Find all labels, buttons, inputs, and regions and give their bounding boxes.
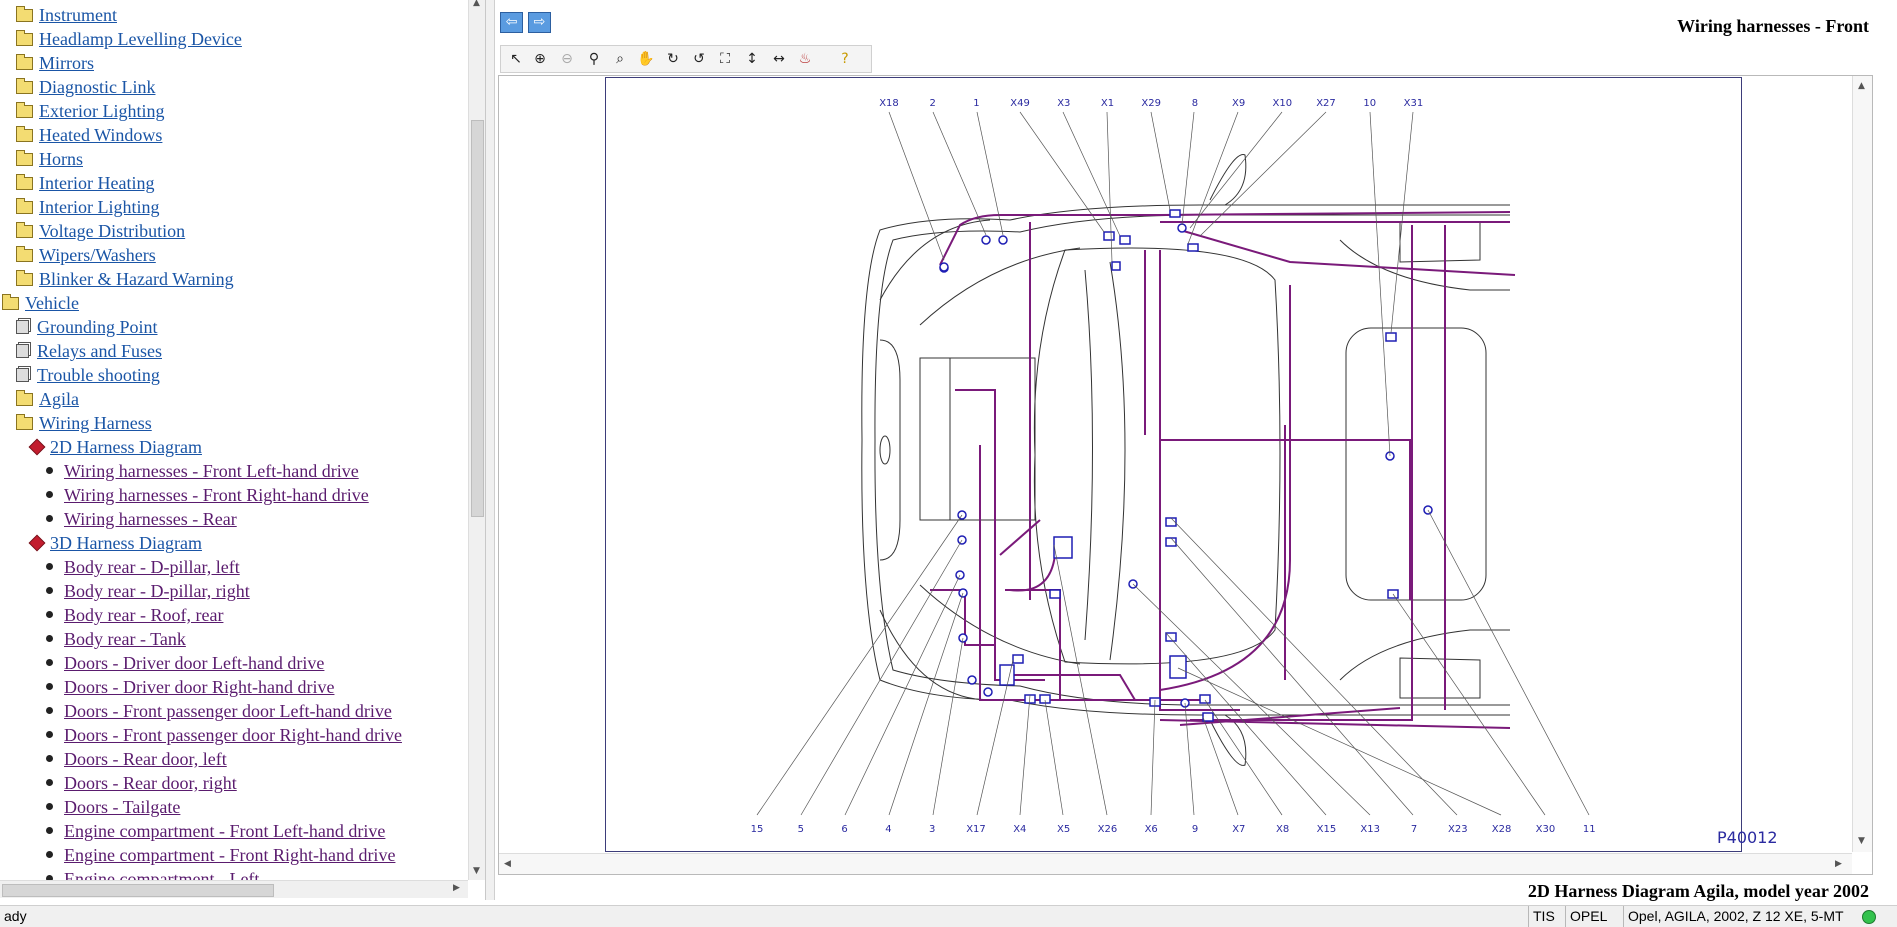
- connector-label: X13: [1360, 824, 1380, 835]
- status-message: ady: [4, 908, 27, 924]
- connector-label: X26: [1098, 824, 1118, 835]
- connector-label: 15: [751, 824, 764, 835]
- status-app: TIS: [1528, 906, 1555, 927]
- connector-label: X30: [1536, 824, 1556, 835]
- connector-label: 7: [1411, 824, 1417, 835]
- viewer-vertical-scrollbar[interactable]: ▲ ▼: [1852, 76, 1872, 852]
- scroll-right-arrow-icon[interactable]: ▶: [1835, 859, 1842, 869]
- diagram-caption: 2D Harness Diagram Agila, model year 200…: [1527, 881, 1869, 901]
- connector-label: X10: [1273, 98, 1293, 109]
- scroll-down-arrow-icon[interactable]: ▼: [1858, 836, 1865, 846]
- connector-label: X4: [1013, 824, 1026, 835]
- connector-label: X18: [879, 98, 899, 109]
- viewer-horizontal-scrollbar[interactable]: ◀ ▶: [499, 853, 1852, 874]
- connector-label: 4: [885, 824, 891, 835]
- scroll-left-arrow-icon[interactable]: ◀: [504, 859, 511, 869]
- harness-diagram: X18 2 1 X49 X3 X1 X29 8 X9 X10 X27 10 X31 15 5 6 4 3 X17 X…: [751, 98, 1778, 847]
- connector-label: X15: [1317, 824, 1337, 835]
- connector-labels-top: X18 2 1 X49 X3 X1 X29 8 X9 X10 X27 10 X31: [879, 98, 1423, 109]
- connector-labels-bottom: 15 5 6 4 3 X17 X4 X5 X26 X6 9 X7 X8 X15 X13 7 X23 X28 X30 1…: [751, 824, 1596, 835]
- status-vehicle: Opel, AGILA, 2002, Z 12 XE, 5-MT: [1623, 906, 1844, 927]
- connector-label: X5: [1057, 824, 1070, 835]
- connector-label: 10: [1363, 98, 1376, 109]
- connector-label: X7: [1232, 824, 1245, 835]
- status-bar: ady TIS OPEL Opel, AGILA, 2002, Z 12 XE,…: [0, 905, 1897, 927]
- connector-label: X8: [1276, 824, 1289, 835]
- connector-label: 3: [929, 824, 935, 835]
- wiring-harness-lines: [930, 211, 1516, 729]
- connector-label: X31: [1404, 98, 1424, 109]
- connector-label: X9: [1232, 98, 1245, 109]
- connector-label: 5: [798, 824, 804, 835]
- connector-label: 8: [1192, 98, 1198, 109]
- status-brand: OPEL: [1565, 906, 1607, 927]
- figure-id: P40012: [1717, 828, 1778, 847]
- connector-label: X29: [1141, 98, 1161, 109]
- connector-label: X28: [1492, 824, 1512, 835]
- connector-label: 11: [1583, 824, 1596, 835]
- connector-label: 6: [841, 824, 847, 835]
- connector-label: 1: [973, 98, 979, 109]
- connector-label: X27: [1316, 98, 1336, 109]
- connector-label: X17: [966, 824, 986, 835]
- connection-status-icon: [1862, 910, 1876, 924]
- connector-label: 9: [1192, 824, 1198, 835]
- connector-label: 2: [930, 98, 936, 109]
- scroll-up-arrow-icon[interactable]: ▲: [1858, 81, 1865, 91]
- connector-label: X6: [1145, 824, 1158, 835]
- connector-label: X1: [1101, 98, 1114, 109]
- connector-label: X3: [1057, 98, 1070, 109]
- harness-connectors: [939, 209, 1433, 722]
- connector-label: X49: [1010, 98, 1030, 109]
- connector-label: X23: [1448, 824, 1468, 835]
